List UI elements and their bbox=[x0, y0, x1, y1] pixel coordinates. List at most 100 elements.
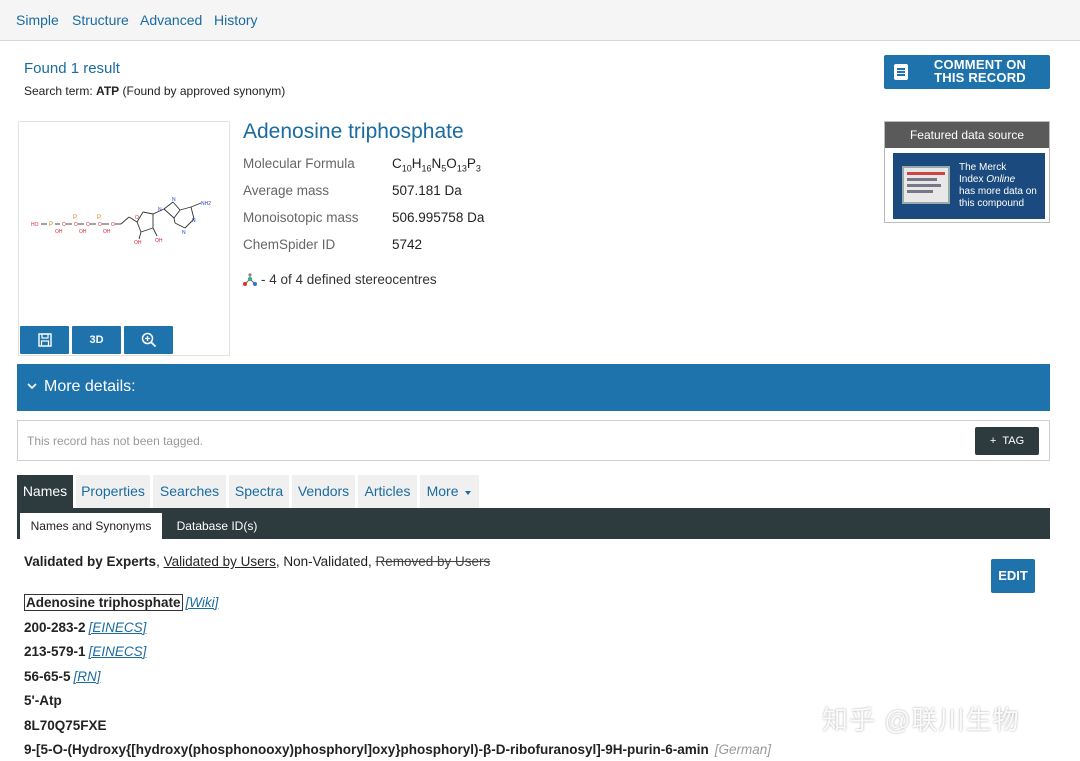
subtab-database-ids[interactable]: Database ID(s) bbox=[166, 513, 268, 539]
compound-title: Adenosine triphosphate bbox=[243, 120, 464, 143]
synonym-name: 8L70Q75FXE bbox=[24, 718, 107, 733]
average-mass-value: 507.181 Da bbox=[392, 183, 462, 198]
svg-text:O: O bbox=[62, 222, 66, 228]
stereocentres-info: - 4 of 4 defined stereocentres bbox=[243, 272, 437, 287]
add-tag-button[interactable]: + TAG bbox=[975, 427, 1039, 455]
validation-legend: Validated by Experts, Validated by Users… bbox=[24, 554, 491, 569]
merck-ad-text: The Merck Index Online has more data on … bbox=[959, 162, 1037, 209]
nav-history[interactable]: History bbox=[214, 12, 258, 28]
comment-button-label: COMMENT ON THIS RECORD bbox=[933, 57, 1027, 85]
chemspider-id-value: 5742 bbox=[392, 237, 423, 252]
document-icon bbox=[894, 64, 908, 80]
chemspider-id-label: ChemSpider ID bbox=[243, 237, 336, 252]
svg-text:N: N bbox=[192, 218, 196, 224]
synonym-name: 9-[5-O-(Hydroxy{[hydroxy(phosphonooxy)ph… bbox=[24, 742, 709, 757]
tab-searches[interactable]: Searches bbox=[153, 475, 226, 508]
list-item: 9-[5-O-(Hydroxy{[hydroxy(phosphonooxy)ph… bbox=[24, 742, 771, 757]
save-icon bbox=[37, 333, 52, 347]
tab-more[interactable]: More bbox=[420, 475, 479, 508]
molecule-structure-image: HO OH O O OH O O OH O OH OH O P P P N N … bbox=[31, 197, 211, 246]
tab-properties[interactable]: Properties bbox=[76, 475, 150, 508]
zoom-in-icon bbox=[141, 332, 156, 348]
list-item: 5'-Atp bbox=[24, 693, 62, 708]
list-item: 56-65-5 [RN] bbox=[24, 669, 101, 684]
svg-text:O: O bbox=[74, 222, 78, 228]
nav-simple[interactable]: Simple bbox=[16, 12, 59, 28]
svg-text:N: N bbox=[158, 207, 162, 213]
stereocentre-icon[interactable] bbox=[243, 273, 258, 287]
monoisotopic-mass-label: Monoisotopic mass bbox=[243, 210, 359, 225]
search-term-value: ATP bbox=[96, 84, 120, 98]
featured-data-source: Featured data source The Merck Index Onl… bbox=[884, 121, 1050, 223]
zoom-structure-button[interactable] bbox=[124, 326, 173, 354]
svg-text:P: P bbox=[97, 215, 101, 221]
tab-names[interactable]: Names bbox=[17, 475, 73, 508]
molecular-formula-label: Molecular Formula bbox=[243, 156, 355, 171]
featured-header: Featured data source bbox=[885, 122, 1049, 148]
more-details-toggle[interactable]: More details: bbox=[17, 364, 1050, 411]
synonym-name: 56-65-5 bbox=[24, 669, 71, 684]
synonym-language: [German] bbox=[714, 742, 772, 757]
view-3d-button[interactable]: 3D bbox=[72, 326, 121, 354]
synonym-ref-link[interactable]: [RN] bbox=[74, 669, 101, 684]
svg-text:OH: OH bbox=[155, 238, 163, 244]
structure-image-panel: HO OH O O OH O O OH O OH OH O P P P N N … bbox=[18, 121, 230, 356]
search-term-line: Search term: ATP (Found by approved syno… bbox=[24, 84, 285, 98]
tab-articles[interactable]: Articles bbox=[358, 475, 417, 508]
merck-index-ad[interactable]: The Merck Index Online has more data on … bbox=[893, 153, 1045, 219]
svg-text:OH: OH bbox=[134, 240, 142, 246]
synonym-ref-link[interactable]: [EINECS] bbox=[89, 644, 147, 659]
tab-spectra[interactable]: Spectra bbox=[229, 475, 289, 508]
synonym-name: 200-283-2 bbox=[24, 620, 86, 635]
monoisotopic-mass-value: 506.995758 Da bbox=[392, 210, 485, 225]
list-item: Adenosine triphosphate [Wiki] bbox=[24, 594, 219, 611]
synonym-name: 213-579-1 bbox=[24, 644, 86, 659]
comment-on-record-button[interactable]: COMMENT ON THIS RECORD bbox=[884, 55, 1050, 89]
svg-text:HO: HO bbox=[31, 222, 39, 228]
synonym-name: 5'-Atp bbox=[24, 693, 62, 708]
edit-names-button[interactable]: EDIT bbox=[991, 559, 1035, 593]
subtab-names-and-synonyms[interactable]: Names and Synonyms bbox=[20, 513, 162, 539]
nav-advanced[interactable]: Advanced bbox=[140, 12, 202, 28]
chevron-down-icon bbox=[27, 377, 37, 394]
validated-by-users: Validated by Users bbox=[163, 554, 276, 569]
tag-placeholder: This record has not been tagged. bbox=[27, 434, 204, 448]
tag-button-label: TAG bbox=[1002, 435, 1025, 447]
top-navigation: Simple Structure Advanced History bbox=[0, 0, 1080, 41]
svg-text:P: P bbox=[73, 215, 77, 221]
more-details-label: More details: bbox=[44, 378, 136, 395]
tag-panel: This record has not been tagged. + TAG bbox=[17, 420, 1050, 461]
plus-icon: + bbox=[989, 435, 997, 447]
molecular-formula-value: C10H16N5O13P3 bbox=[392, 156, 481, 174]
tab-vendors[interactable]: Vendors bbox=[292, 475, 355, 508]
synonym-ref-link[interactable]: [Wiki] bbox=[186, 595, 219, 610]
save-structure-button[interactable] bbox=[20, 326, 69, 354]
list-item: 213-579-1 [EINECS] bbox=[24, 644, 146, 659]
search-term-note: (Found by approved synonym) bbox=[122, 84, 286, 98]
synonym-name: Adenosine triphosphate bbox=[24, 594, 183, 611]
stereocentres-text: - 4 of 4 defined stereocentres bbox=[261, 272, 437, 287]
caret-down-icon bbox=[465, 491, 472, 495]
validated-by-experts: Validated by Experts bbox=[24, 554, 157, 569]
list-item: 8L70Q75FXE bbox=[24, 718, 107, 733]
svg-text:OH: OH bbox=[55, 229, 63, 235]
svg-text:OH: OH bbox=[79, 229, 87, 235]
svg-text:N: N bbox=[182, 230, 186, 236]
svg-text:O: O bbox=[135, 215, 139, 221]
removed-by-users: Removed by Users bbox=[375, 554, 491, 569]
synonym-ref-link[interactable]: [EINECS] bbox=[89, 620, 147, 635]
svg-text:N: N bbox=[172, 197, 176, 203]
svg-text:O: O bbox=[86, 222, 90, 228]
list-item: 200-283-2 [EINECS] bbox=[24, 620, 146, 635]
svg-text:NH2: NH2 bbox=[201, 201, 211, 207]
search-term-prefix: Search term: bbox=[24, 84, 93, 98]
non-validated: Non-Validated bbox=[283, 554, 368, 569]
nav-structure[interactable]: Structure bbox=[72, 12, 129, 28]
svg-text:P: P bbox=[49, 222, 53, 228]
result-count: Found 1 result bbox=[24, 60, 120, 77]
monitor-illustration bbox=[902, 166, 950, 204]
watermark: 知乎 @联川生物 bbox=[822, 705, 1020, 735]
svg-text:O: O bbox=[111, 222, 115, 228]
svg-text:O: O bbox=[98, 222, 102, 228]
svg-text:OH: OH bbox=[103, 229, 111, 235]
